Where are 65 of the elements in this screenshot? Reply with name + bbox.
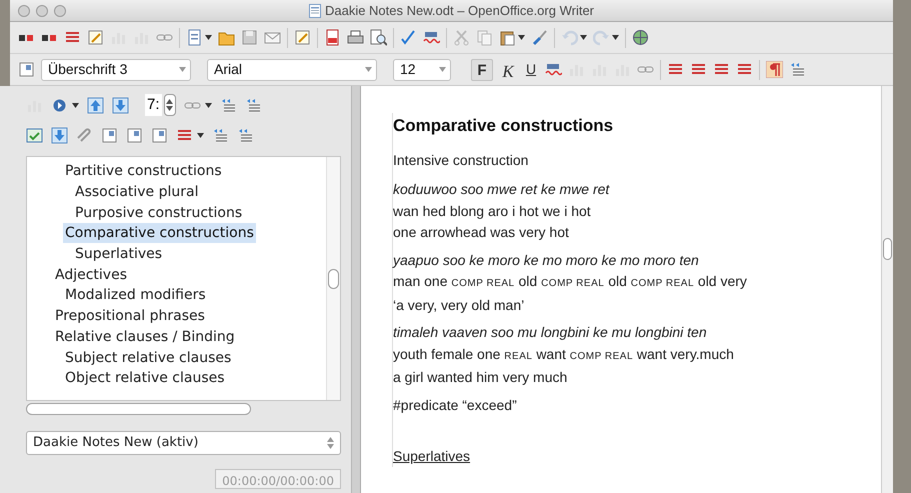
- example-sentence: timaleh vaaven soo mu longbini ke mu longbini ten: [393, 323, 708, 342]
- subheading: Superlatives: [393, 447, 472, 466]
- clipboard-icon[interactable]: [499, 29, 516, 46]
- gloss-line: youth female one REAL want COMP REAL want very.much: [393, 344, 735, 364]
- dropdown-arrow-icon: [365, 67, 372, 72]
- minimize-icon[interactable]: [36, 4, 48, 16]
- checkmark-icon[interactable]: [26, 126, 43, 144]
- caret-icon[interactable]: [518, 35, 525, 40]
- magnifier-icon[interactable]: [370, 29, 387, 46]
- spellcheck-icon[interactable]: [545, 61, 562, 78]
- heading: Comparative constructions: [393, 115, 614, 137]
- font-name-dropdown[interactable]: Arial: [207, 58, 377, 80]
- dropdown-arrow-icon: [179, 67, 186, 72]
- promote-icon[interactable]: [220, 96, 237, 114]
- paragraph: Intensive construction: [393, 150, 530, 170]
- dropdown-arrow-icon: [439, 67, 446, 72]
- caret-icon[interactable]: [205, 35, 212, 40]
- vertical-scrollbar[interactable]: [326, 157, 340, 400]
- pdf-icon[interactable]: [324, 29, 341, 46]
- frame-icon[interactable]: [126, 126, 143, 144]
- caret-icon[interactable]: [72, 102, 79, 108]
- spellcheck-icon[interactable]: [423, 29, 440, 46]
- brush-icon[interactable]: [531, 29, 548, 46]
- bold-button[interactable]: F: [471, 58, 493, 80]
- navigator-icon[interactable]: [51, 96, 68, 114]
- caret-icon[interactable]: [204, 102, 212, 108]
- gloss-line: man one COMP REAL old COMP REAL old COMP REAL old very: [393, 272, 748, 291]
- window-title: Daakie Notes New.odt – OpenOffice.org Writer: [324, 2, 594, 20]
- font-size-dropdown[interactable]: 12: [393, 58, 451, 80]
- caret-icon[interactable]: [197, 132, 204, 138]
- close-icon[interactable]: [18, 4, 30, 16]
- promote-icon[interactable]: [212, 126, 229, 144]
- spellcheck-icon[interactable]: [400, 29, 417, 46]
- document-dropdown[interactable]: Daakie Notes New (aktiv): [26, 431, 341, 455]
- tree-item[interactable]: Comparative constructions: [63, 223, 256, 244]
- paperclip-icon[interactable]: [76, 126, 93, 144]
- paragraph: #predicate “exceed”: [393, 396, 518, 415]
- underline-button[interactable]: U: [523, 58, 539, 80]
- globe-icon[interactable]: [632, 29, 649, 46]
- promote-icon[interactable]: [244, 96, 262, 114]
- printer-icon[interactable]: [347, 29, 364, 46]
- vertical-scrollbar[interactable]: [881, 86, 893, 493]
- paragraph-style-dropdown[interactable]: Überschrift 3: [41, 58, 191, 80]
- save-icon[interactable]: [241, 29, 258, 46]
- frame-icon[interactable]: [101, 126, 118, 144]
- example-sentence: koduuwoo soo mwe ret ke mwe ret: [393, 180, 611, 199]
- zoom-icon[interactable]: [54, 4, 66, 16]
- gloss-line: wan hed blong aro i hot we i hot: [393, 202, 592, 221]
- frame-icon[interactable]: [18, 61, 35, 78]
- promote-icon[interactable]: [789, 61, 806, 78]
- translation-line: ‘a very, very old man’: [393, 296, 526, 315]
- example-sentence: yaapuo soo ke moro ke mo moro ke mo moro ten: [393, 250, 700, 270]
- horizontal-scrollbar[interactable]: [26, 403, 251, 415]
- caret-icon[interactable]: [580, 35, 587, 40]
- italic-button[interactable]: K: [499, 58, 517, 80]
- pilcrow-icon[interactable]: [766, 61, 783, 78]
- pencil-icon[interactable]: [294, 29, 311, 46]
- stepper-arrows-icon[interactable]: [166, 99, 174, 111]
- caret-icon[interactable]: [612, 35, 619, 40]
- pencil-icon[interactable]: [87, 29, 104, 46]
- translation-line: one arrowhead was very hot: [393, 223, 570, 242]
- translation-line: a girl wanted him very much: [393, 368, 568, 387]
- promote-icon[interactable]: [237, 126, 254, 144]
- document-icon: [308, 4, 321, 18]
- frame-icon[interactable]: [151, 126, 168, 144]
